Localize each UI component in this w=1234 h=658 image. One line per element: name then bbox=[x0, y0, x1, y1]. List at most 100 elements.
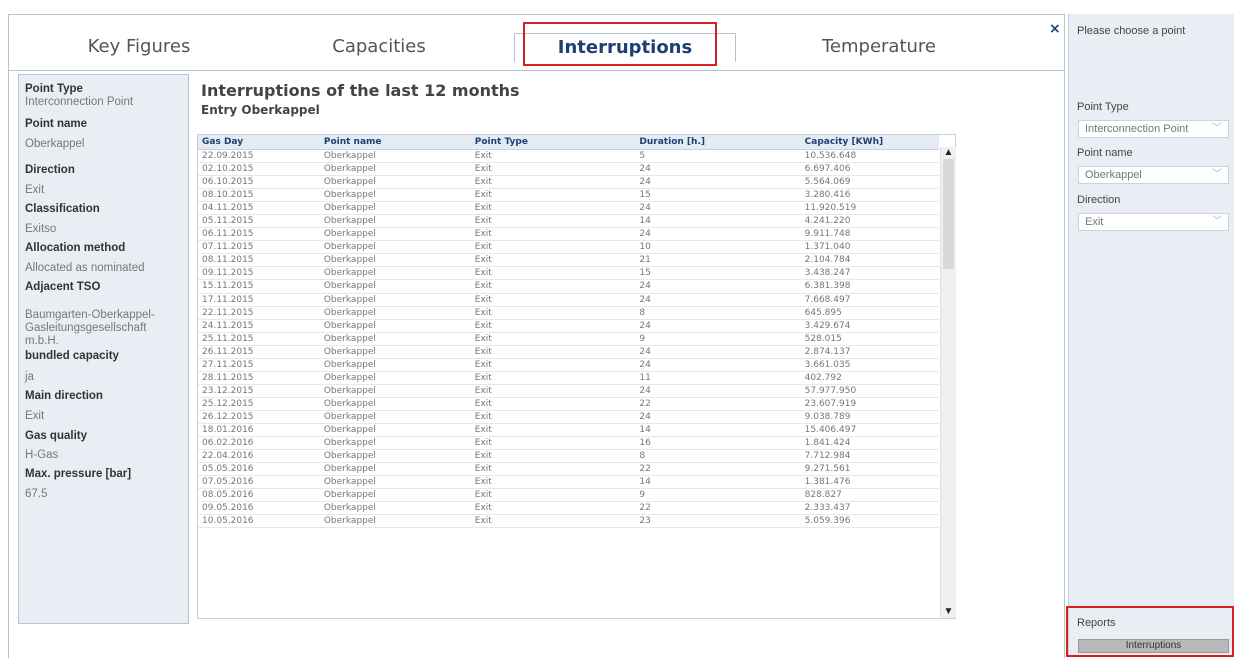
point-name-select[interactable]: Oberkappel ﹀ bbox=[1078, 166, 1229, 184]
scrollbar-thumb[interactable] bbox=[943, 159, 954, 269]
table-row[interactable]: 26.11.2015 Oberkappel Exit 24 2.874.137 bbox=[198, 345, 939, 359]
page-subtitle: Entry Oberkappel bbox=[201, 103, 320, 117]
table-row[interactable]: 07.05.2016 Oberkappel Exit 14 1.381.476 bbox=[198, 475, 939, 490]
table-cell: Exit bbox=[470, 462, 636, 477]
table-cell: 07.11.2015 bbox=[198, 240, 320, 255]
table-cell: Exit bbox=[470, 501, 636, 516]
table-row[interactable]: 08.10.2015 Oberkappel Exit 15 3.280.416 bbox=[198, 188, 939, 203]
table-row[interactable]: 22.04.2016 Oberkappel Exit 8 7.712.984 bbox=[198, 449, 939, 464]
scroll-down-icon[interactable]: ▼ bbox=[941, 606, 956, 618]
table-row[interactable]: 08.05.2016 Oberkappel Exit 9 828.827 bbox=[198, 488, 939, 503]
table-cell: 24 bbox=[635, 410, 801, 424]
table-cell: 23 bbox=[635, 514, 801, 529]
table-cell: 7.712.984 bbox=[800, 449, 939, 464]
table-cell: 25.12.2015 bbox=[198, 397, 320, 411]
table-row[interactable]: 24.11.2015 Oberkappel Exit 24 3.429.674 bbox=[198, 319, 939, 333]
table-row[interactable]: 22.11.2015 Oberkappel Exit 8 645.895 bbox=[198, 306, 939, 320]
point-type-label: Point Type bbox=[25, 83, 83, 95]
table-row[interactable]: 09.11.2015 Oberkappel Exit 15 3.438.247 bbox=[198, 266, 939, 281]
table-row[interactable]: 10.05.2016 Oberkappel Exit 23 5.059.396 bbox=[198, 514, 939, 529]
table-row[interactable]: 17.11.2015 Oberkappel Exit 24 7.668.497 bbox=[198, 293, 939, 307]
table-cell: 3.661.035 bbox=[800, 358, 939, 372]
table-row[interactable]: 07.11.2015 Oberkappel Exit 10 1.371.040 bbox=[198, 240, 939, 255]
close-icon[interactable]: × bbox=[1049, 21, 1061, 37]
table-cell: Oberkappel bbox=[319, 345, 471, 359]
table-cell: 10.05.2016 bbox=[198, 514, 320, 529]
column-header-point-type[interactable]: Point Type bbox=[470, 135, 636, 150]
table-cell: 22 bbox=[635, 462, 801, 477]
table-cell: 2.874.137 bbox=[800, 345, 939, 359]
direction-select[interactable]: Exit ﹀ bbox=[1078, 213, 1229, 231]
column-header-point-name[interactable]: Point name bbox=[319, 135, 471, 150]
point-type-select-value: Interconnection Point bbox=[1085, 123, 1189, 135]
table-cell: Oberkappel bbox=[319, 266, 471, 281]
table-row[interactable]: 08.11.2015 Oberkappel Exit 21 2.104.784 bbox=[198, 253, 939, 268]
tab-key-figures[interactable]: Key Figures bbox=[49, 33, 229, 61]
table-cell: Exit bbox=[470, 449, 636, 464]
table-cell: Exit bbox=[470, 475, 636, 490]
table-row[interactable]: 04.11.2015 Oberkappel Exit 24 11.920.519 bbox=[198, 201, 939, 216]
table-row[interactable]: 25.12.2015 Oberkappel Exit 22 23.607.919 bbox=[198, 397, 939, 411]
table-cell: Exit bbox=[470, 423, 636, 438]
interruptions-report-button[interactable]: Interruptions bbox=[1078, 639, 1229, 653]
table-cell: Exit bbox=[470, 345, 636, 359]
table-cell: Exit bbox=[470, 201, 636, 216]
table-cell: Oberkappel bbox=[319, 423, 471, 438]
table-row[interactable]: 18.01.2016 Oberkappel Exit 14 15.406.497 bbox=[198, 423, 939, 438]
table-cell: 10.536.648 bbox=[800, 149, 939, 164]
table-row[interactable]: 06.10.2015 Oberkappel Exit 24 5.564.069 bbox=[198, 175, 939, 190]
chevron-down-icon: ﹀ bbox=[1212, 169, 1222, 180]
table-cell: 8 bbox=[635, 306, 801, 320]
table-cell: Oberkappel bbox=[319, 475, 471, 490]
interruptions-table: Gas Day Point name Point Type Duration [… bbox=[198, 135, 939, 529]
table-cell: 24 bbox=[635, 279, 801, 294]
column-header-capacity[interactable]: Capacity [KWh] bbox=[800, 135, 939, 150]
bundled-capacity-value: ja bbox=[25, 371, 34, 383]
table-body: 22.09.2015 Oberkappel Exit 5 10.536.648 02.10… bbox=[198, 149, 939, 529]
table-row[interactable]: 09.05.2016 Oberkappel Exit 22 2.333.437 bbox=[198, 501, 939, 516]
classification-label: Classification bbox=[25, 203, 100, 215]
table-row[interactable]: 15.11.2015 Oberkappel Exit 24 6.381.398 bbox=[198, 279, 939, 294]
table-row[interactable]: 06.02.2016 Oberkappel Exit 16 1.841.424 bbox=[198, 436, 939, 451]
table-cell: 22.11.2015 bbox=[198, 306, 320, 320]
column-header-gas-day[interactable]: Gas Day bbox=[198, 135, 320, 150]
table-row[interactable]: 25.11.2015 Oberkappel Exit 9 528.015 bbox=[198, 332, 939, 346]
table-cell: 24 bbox=[635, 227, 801, 242]
table-cell: 05.05.2016 bbox=[198, 462, 320, 477]
table-row[interactable]: 23.12.2015 Oberkappel Exit 24 57.977.950 bbox=[198, 384, 939, 398]
table-row[interactable]: 06.11.2015 Oberkappel Exit 24 9.911.748 bbox=[198, 227, 939, 242]
table-row[interactable]: 26.12.2015 Oberkappel Exit 24 9.038.789 bbox=[198, 410, 939, 424]
table-cell: Exit bbox=[470, 279, 636, 294]
table-cell: Oberkappel bbox=[319, 279, 471, 294]
tab-capacities[interactable]: Capacities bbox=[289, 33, 469, 61]
table-cell: 02.10.2015 bbox=[198, 162, 320, 177]
table-cell: 9.271.561 bbox=[800, 462, 939, 477]
table-cell: 09.11.2015 bbox=[198, 266, 320, 281]
table-row[interactable]: 27.11.2015 Oberkappel Exit 24 3.661.035 bbox=[198, 358, 939, 372]
direction-select-label: Direction bbox=[1077, 194, 1121, 206]
table-row[interactable]: 28.11.2015 Oberkappel Exit 11 402.792 bbox=[198, 371, 939, 385]
table-cell: 3.438.247 bbox=[800, 266, 939, 281]
table-cell: Oberkappel bbox=[319, 449, 471, 464]
table-cell: Exit bbox=[470, 240, 636, 255]
point-type-select[interactable]: Interconnection Point ﹀ bbox=[1078, 120, 1229, 138]
tab-divider bbox=[9, 70, 1064, 71]
table-cell: 05.11.2015 bbox=[198, 214, 320, 229]
table-cell: 14 bbox=[635, 214, 801, 229]
table-row[interactable]: 02.10.2015 Oberkappel Exit 24 6.697.406 bbox=[198, 162, 939, 177]
table-cell: 22 bbox=[635, 397, 801, 411]
scroll-up-icon[interactable]: ▲ bbox=[941, 147, 956, 159]
point-name-label: Point name bbox=[25, 118, 87, 130]
tab-interruptions[interactable]: Interruptions bbox=[514, 33, 736, 62]
table-cell: 8 bbox=[635, 449, 801, 464]
table-cell: Exit bbox=[470, 227, 636, 242]
column-header-duration[interactable]: Duration [h.] bbox=[635, 135, 801, 150]
table-scrollbar[interactable]: ▲ ▼ bbox=[940, 147, 956, 618]
interruptions-table-container[interactable]: Gas Day Point name Point Type Duration [… bbox=[197, 134, 956, 619]
point-selector-panel: Please choose a point Point Type Interco… bbox=[1068, 14, 1234, 657]
table-row[interactable]: 05.11.2015 Oberkappel Exit 14 4.241.220 bbox=[198, 214, 939, 229]
table-cell: 08.10.2015 bbox=[198, 188, 320, 203]
table-row[interactable]: 22.09.2015 Oberkappel Exit 5 10.536.648 bbox=[198, 149, 939, 164]
table-row[interactable]: 05.05.2016 Oberkappel Exit 22 9.271.561 bbox=[198, 462, 939, 477]
tab-temperature[interactable]: Temperature bbox=[779, 33, 979, 61]
